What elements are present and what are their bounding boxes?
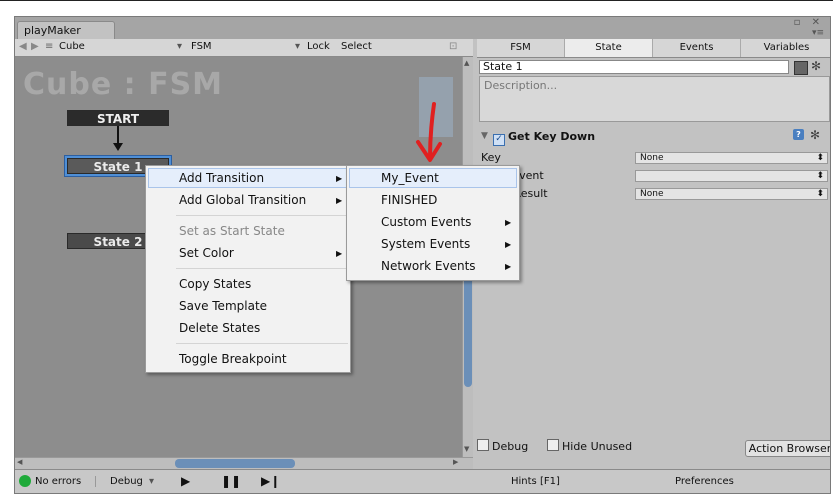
tab-fsm[interactable]: FSM (477, 39, 565, 57)
scroll-right-icon[interactable]: ▶ (453, 458, 458, 466)
top-border (0, 0, 833, 4)
back-icon[interactable]: ◀ (19, 41, 27, 52)
chevron-right-icon: ▶ (336, 196, 343, 205)
scroll-up-icon[interactable]: ▲ (464, 59, 469, 67)
transition-submenu: My_Event FINISHED Custom Events ▶ System… (346, 165, 520, 281)
debug-checkbox[interactable] (477, 439, 489, 451)
tab-events[interactable]: Events (653, 39, 741, 57)
hints-button[interactable]: Hints [F1] (511, 476, 560, 487)
scroll-left-icon[interactable]: ◀ (17, 458, 22, 466)
lock-button[interactable]: Lock (307, 41, 330, 52)
fsm-toolbar: ◀ ▶ ≡ Cube ▾ FSM ▾ Lock Select ⊡ (15, 39, 473, 57)
menu-delete-states[interactable]: Delete States (179, 318, 260, 338)
chevron-right-icon: ▶ (505, 262, 512, 271)
menu-add-global-transition[interactable]: Add Global Transition (179, 190, 306, 210)
pause-icon[interactable]: ❚❚ (221, 474, 241, 488)
help-icon[interactable]: ? (793, 129, 804, 140)
submenu-custom-events[interactable]: Custom Events (381, 212, 471, 232)
select-button[interactable]: Select (341, 41, 372, 52)
window-controls[interactable]: ▫ ✕ (794, 17, 824, 28)
preferences-button[interactable]: Preferences (675, 476, 734, 487)
collapse-icon[interactable]: ▼ (481, 131, 488, 141)
errors-status[interactable]: No errors (35, 476, 81, 487)
hide-unused-checkbox[interactable] (547, 439, 559, 451)
start-arrow-line (117, 126, 119, 144)
list-icon[interactable]: ≡ (45, 41, 53, 52)
gear-icon[interactable]: ✻ (811, 59, 821, 73)
forward-icon[interactable]: ▶ (31, 41, 39, 52)
chevron-right-icon: ▶ (505, 240, 512, 249)
description-field[interactable]: Description... (479, 76, 830, 122)
menu-set-color[interactable]: Set Color (179, 243, 234, 263)
store-result-dropdown-icon: ⬍ (816, 189, 824, 199)
debug-label: Debug (492, 440, 529, 453)
debug-dropdown-icon[interactable]: ▾ (149, 476, 154, 487)
play-icon[interactable]: ▶ (181, 474, 190, 488)
debug-menu[interactable]: Debug (95, 476, 143, 487)
key-dropdown-icon: ⬍ (816, 153, 824, 163)
send-event-dropdown-icon: ⬍ (816, 171, 824, 181)
tab-state[interactable]: State (565, 39, 653, 57)
chevron-right-icon: ▶ (505, 218, 512, 227)
target-dropdown-icon[interactable]: ▾ (177, 41, 182, 52)
fsm-selector[interactable]: FSM (191, 41, 212, 52)
chevron-right-icon: ▶ (336, 174, 343, 183)
menu-separator (176, 343, 348, 344)
context-menu: Add Transition ▶ Add Global Transition ▶… (145, 165, 351, 373)
horizontal-scroll-thumb[interactable] (175, 459, 295, 468)
send-event-dropdown[interactable]: ⬍ (635, 170, 828, 182)
target-selector[interactable]: Cube (59, 41, 85, 52)
graph-view-icon[interactable]: ⊡ (449, 41, 457, 52)
action-title: Get Key Down (508, 130, 596, 143)
inspector-tabs: FSM State Events Variables (477, 39, 830, 58)
menu-separator (176, 268, 348, 269)
submenu-finished[interactable]: FINISHED (381, 190, 437, 210)
hide-unused-label: Hide Unused (562, 440, 633, 453)
action-header: ▼ ✓ Get Key Down ? ✻ (477, 127, 830, 147)
status-ok-icon (19, 475, 31, 487)
key-dropdown[interactable]: None ⬍ (635, 152, 828, 164)
submenu-my-event[interactable]: My_Event (381, 168, 439, 188)
store-result-dropdown[interactable]: None ⬍ (635, 188, 828, 200)
tab-variables[interactable]: Variables (741, 39, 830, 57)
submenu-system-events[interactable]: System Events (381, 234, 470, 254)
action-enable-checkbox[interactable]: ✓ (493, 130, 508, 146)
menu-set-as-start-state[interactable]: Set as Start State (179, 221, 285, 241)
debug-toggle[interactable]: Debug (477, 439, 528, 453)
menu-save-template[interactable]: Save Template (179, 296, 267, 316)
fsm-dropdown-icon[interactable]: ▾ (295, 41, 300, 52)
status-bar: No errors Debug ▾ ▶ ❚❚ ▶❙ Hints [F1] Pre… (15, 469, 830, 493)
action-browser-button[interactable]: Action Browser (745, 440, 830, 457)
row-label-key: Key (481, 151, 501, 164)
start-node[interactable]: START (67, 110, 169, 126)
inspector-panel: FSM State Events Variables State 1 ✻ Des… (477, 39, 830, 469)
action-gear-icon[interactable]: ✻ (810, 128, 820, 142)
chevron-right-icon: ▶ (336, 249, 343, 258)
step-icon[interactable]: ▶❙ (261, 474, 280, 488)
menu-toggle-breakpoint[interactable]: Toggle Breakpoint (179, 349, 287, 369)
key-value: None (640, 153, 664, 163)
menu-add-transition[interactable]: Add Transition (179, 168, 264, 188)
hide-unused-toggle[interactable]: Hide Unused (547, 439, 632, 453)
title-bar: playMaker ▫ ✕ ▾≡ (15, 17, 830, 39)
canvas-horizontal-scrollbar[interactable]: ◀ ▶ (15, 457, 473, 469)
window-menu-icon[interactable]: ▾≡ (812, 28, 824, 38)
window-tab[interactable]: playMaker (17, 21, 115, 39)
red-arrow-annotation-icon (416, 102, 442, 162)
menu-separator (176, 215, 348, 216)
canvas-title: Cube : FSM (23, 67, 224, 102)
state-name-field[interactable]: State 1 (479, 60, 789, 74)
store-result-value: None (640, 189, 664, 199)
submenu-network-events[interactable]: Network Events (381, 256, 476, 276)
menu-copy-states[interactable]: Copy States (179, 274, 251, 294)
start-arrow-head (113, 143, 123, 151)
state-color-swatch[interactable] (794, 61, 808, 75)
scroll-down-icon[interactable]: ▼ (464, 445, 469, 453)
